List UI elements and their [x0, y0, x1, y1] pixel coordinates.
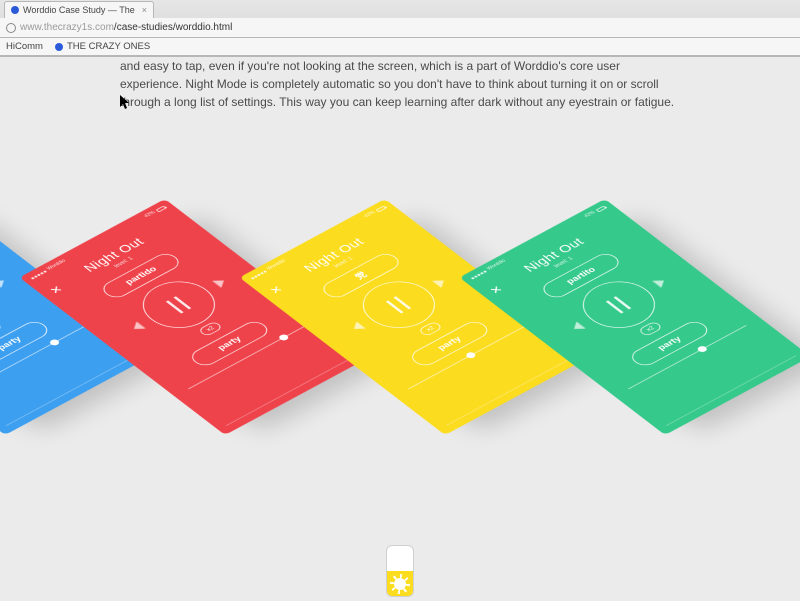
bookmark-hicomm[interactable]: HiComm	[6, 41, 43, 52]
next-icon[interactable]	[652, 277, 668, 288]
carrier-label: Worddio	[46, 259, 67, 271]
carrier-label: Worddio	[486, 259, 507, 271]
word-native[interactable]: party	[627, 319, 713, 369]
address-bar[interactable]: www.thecrazy1s.com/case-studies/worddio.…	[0, 18, 800, 38]
battery-pct: 42%	[363, 211, 376, 219]
tab-close-icon[interactable]: ×	[142, 5, 147, 15]
carrier-label: Worddio	[266, 259, 287, 271]
day-night-toggle[interactable]	[386, 545, 414, 597]
bookmarks-bar: HiComm THE CRAZY ONES	[0, 38, 800, 56]
bookmark-label: THE CRAZY ONES	[67, 41, 150, 52]
browser-chrome: Worddio Case Study — The × www.thecrazy1…	[0, 0, 800, 57]
globe-icon	[6, 23, 16, 33]
battery-pct: 42%	[143, 211, 156, 219]
word-native[interactable]: party	[407, 319, 493, 369]
battery-icon	[155, 205, 166, 212]
page-content: and easy to tap, even if you're not look…	[0, 57, 800, 601]
tab-title: Worddio Case Study — The	[23, 5, 135, 15]
speed-badge[interactable]: x2	[418, 321, 444, 337]
divider	[446, 355, 577, 426]
battery-icon	[375, 205, 386, 212]
speed-badge[interactable]: x2	[198, 321, 224, 337]
browser-tab[interactable]: Worddio Case Study — The ×	[4, 1, 154, 18]
sun-icon	[394, 578, 406, 590]
phones-showcase: Worddio 42% ✕ Night Out level: 1 la soir…	[0, 87, 800, 467]
word-native[interactable]: party	[0, 319, 53, 369]
speed-badge[interactable]: x2	[0, 321, 3, 337]
battery-pct: 42%	[583, 211, 596, 219]
next-icon[interactable]	[0, 277, 8, 288]
next-icon[interactable]	[432, 277, 448, 288]
speed-badge[interactable]: x2	[638, 321, 664, 337]
divider	[226, 355, 357, 426]
prev-icon[interactable]	[129, 322, 145, 333]
url-path: /case-studies/worddio.html	[114, 22, 232, 33]
favicon-icon	[55, 43, 63, 51]
divider	[666, 355, 797, 426]
url-host: www.thecrazy1s.com	[20, 22, 114, 33]
tab-bar: Worddio Case Study — The ×	[0, 0, 800, 18]
favicon-icon	[11, 6, 19, 14]
word-native[interactable]: party	[187, 319, 273, 369]
night-toggle-half[interactable]	[387, 546, 413, 571]
bookmark-label: HiComm	[6, 41, 43, 52]
bookmark-crazyones[interactable]: THE CRAZY ONES	[55, 41, 150, 52]
prev-icon[interactable]	[569, 322, 585, 333]
divider	[6, 355, 137, 426]
day-toggle-half[interactable]	[387, 571, 413, 596]
prev-icon[interactable]	[349, 322, 365, 333]
battery-icon	[595, 205, 606, 212]
next-icon[interactable]	[212, 277, 228, 288]
url-text: www.thecrazy1s.com/case-studies/worddio.…	[20, 22, 232, 33]
